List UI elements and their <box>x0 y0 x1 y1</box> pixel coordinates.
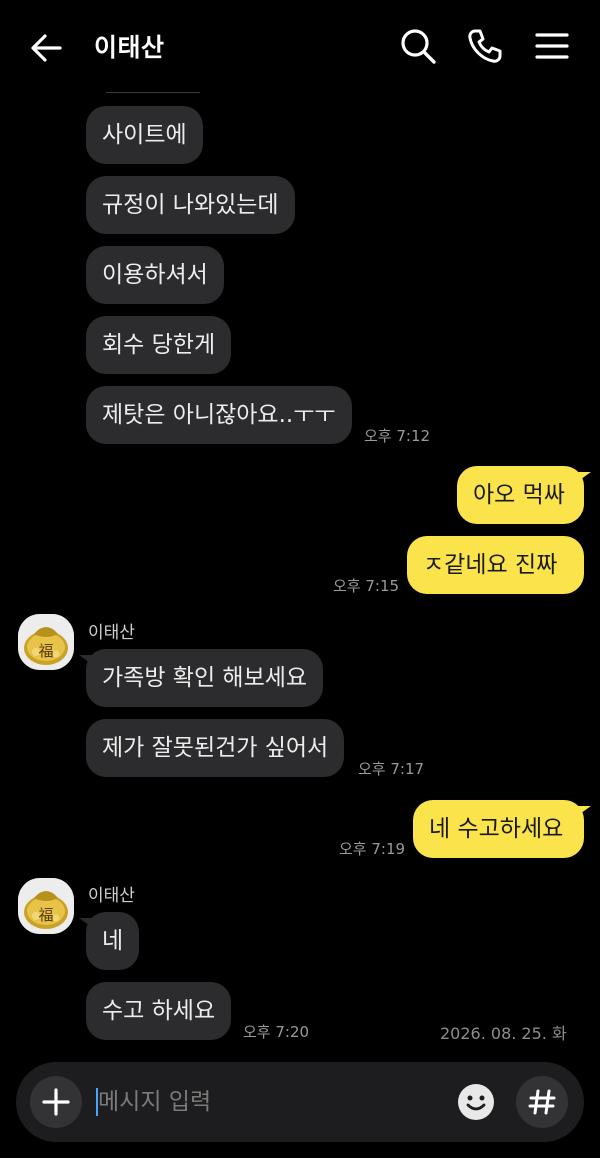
emoji-icon <box>458 1084 494 1120</box>
phone-icon <box>468 29 502 63</box>
message-bubble-incoming[interactable]: 규정이 나와있는데 <box>86 176 295 234</box>
plus-icon <box>42 1088 70 1116</box>
message-time: 오후 7:12 <box>364 427 431 445</box>
scroll-divider <box>106 92 200 93</box>
message-bubble-incoming[interactable]: 사이트에 <box>86 106 203 164</box>
menu-icon <box>535 33 569 59</box>
message-bubble-incoming[interactable]: 제탓은 아니잖아요..ㅜㅜ <box>86 386 352 444</box>
text-caret <box>96 1088 98 1116</box>
date-badge: 2026. 08. 25. 화 <box>440 1024 567 1043</box>
call-button[interactable] <box>465 26 505 66</box>
message-bubble-incoming[interactable]: 이용하셔서 <box>86 246 224 304</box>
avatar[interactable]: 福 <box>18 878 74 934</box>
message-bubble-incoming[interactable]: 회수 당한게 <box>86 316 232 374</box>
svg-text:福: 福 <box>38 642 53 660</box>
message-composer: 메시지 입력 <box>16 1062 584 1142</box>
gold-bag-icon: 福 <box>18 614 74 670</box>
message-time: 오후 7:20 <box>243 1023 310 1041</box>
back-button[interactable] <box>26 28 66 68</box>
sender-name: 이태산 <box>88 886 135 906</box>
chat-title: 이태산 <box>94 33 165 62</box>
gold-bag-icon: 福 <box>18 878 74 934</box>
message-bubble-incoming[interactable]: 네 <box>78 912 140 970</box>
message-input[interactable]: 메시지 입력 <box>96 1082 436 1122</box>
message-bubble-incoming[interactable]: 수고 하세요 <box>86 982 232 1040</box>
message-bubble-outgoing[interactable]: 네 수고하세요 <box>413 800 591 858</box>
search-button[interactable] <box>398 26 438 66</box>
chat-header: 이태산 <box>0 0 600 92</box>
emoji-button[interactable] <box>456 1082 496 1122</box>
message-bubble-incoming[interactable]: 제가 잘못된건가 싶어서 <box>86 719 345 777</box>
message-time: 오후 7:19 <box>339 840 406 858</box>
svg-text:福: 福 <box>38 906 53 924</box>
message-bubble-outgoing[interactable]: 아오 먹싸 <box>457 466 591 524</box>
menu-button[interactable] <box>532 26 572 66</box>
attach-button[interactable] <box>30 1076 82 1128</box>
search-icon <box>401 29 436 64</box>
back-arrow-icon <box>31 34 62 62</box>
message-time: 오후 7:17 <box>358 760 425 778</box>
avatar[interactable]: 福 <box>18 614 74 670</box>
message-time: 오후 7:15 <box>333 577 400 595</box>
message-bubble-outgoing[interactable]: ㅈ같네요 진짜 <box>407 536 584 594</box>
sender-name: 이태산 <box>88 623 135 643</box>
hashtag-button[interactable] <box>516 1076 568 1128</box>
message-bubble-incoming[interactable]: 가족방 확인 해보세요 <box>78 649 324 707</box>
hash-icon <box>528 1089 556 1115</box>
input-placeholder: 메시지 입력 <box>98 1089 212 1115</box>
